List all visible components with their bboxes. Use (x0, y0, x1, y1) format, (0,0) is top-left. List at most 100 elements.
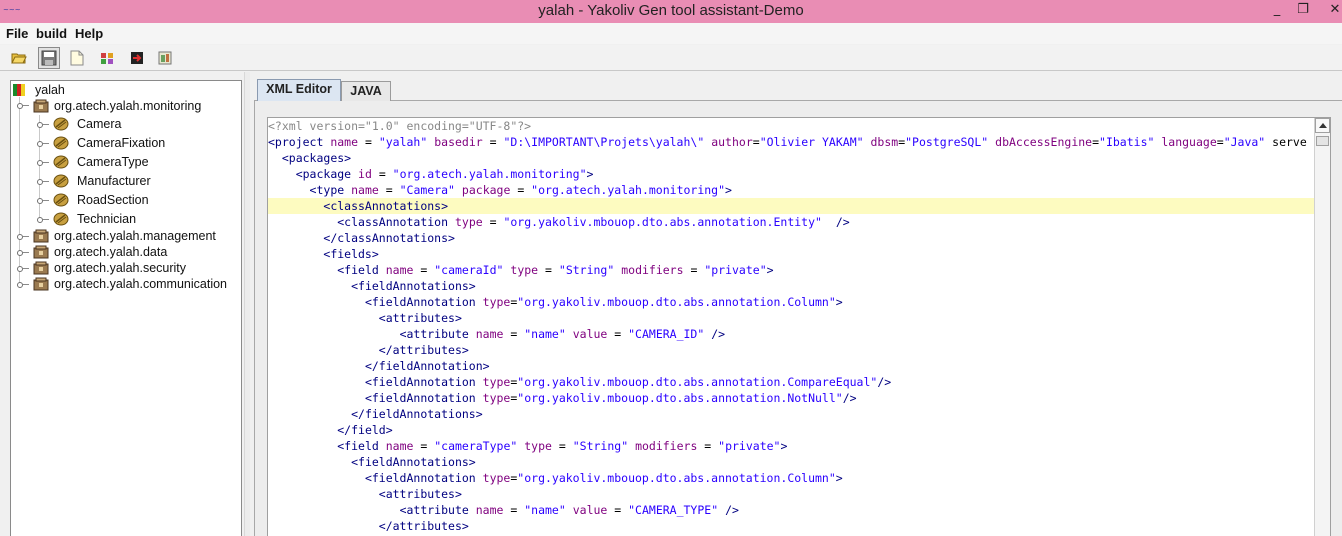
code-line[interactable]: <attributes> (268, 486, 1317, 502)
generate-button[interactable] (96, 47, 118, 69)
code-line[interactable]: <field name = "cameraType" type = "Strin… (268, 438, 1317, 454)
code-line[interactable]: <fieldAnnotation type="org.yakoliv.mbouo… (268, 470, 1317, 486)
expand-handle[interactable] (17, 234, 29, 240)
tab-xml-editor[interactable]: XML Editor (257, 79, 341, 102)
code-line[interactable]: <fieldAnnotations> (268, 454, 1317, 470)
code-line[interactable]: </attributes> (268, 518, 1317, 534)
tree-package-communication[interactable]: org.atech.yalah.communication (33, 276, 227, 292)
project-tree: yalah org.atech.yalah.monitoring Camera … (10, 80, 242, 536)
code-line[interactable]: </field> (268, 422, 1317, 438)
tab-java[interactable]: JAVA (341, 81, 391, 101)
tree-class-roadsection[interactable]: RoadSection (53, 192, 149, 208)
save-button[interactable] (38, 47, 60, 69)
tree-class-manufacturer[interactable]: Manufacturer (53, 173, 151, 189)
expand-handle[interactable] (17, 266, 29, 272)
panel-splitter[interactable] (244, 72, 250, 536)
code-line[interactable]: <attribute name = "name" value = "CAMERA… (268, 502, 1317, 518)
expand-handle[interactable] (17, 282, 29, 288)
tree-class-technician[interactable]: Technician (53, 211, 136, 227)
code-line[interactable]: <field name = "cameraId" type = "String"… (268, 262, 1317, 278)
package-icon (33, 229, 49, 243)
code-line[interactable]: <fieldAnnotation type="org.yakoliv.mbouo… (268, 294, 1317, 310)
toolbar (0, 45, 1342, 71)
package-icon (33, 245, 49, 259)
editor-tabs: XML Editor JAVA (254, 78, 1342, 102)
window-title: yalah - Yakoliv Gen tool assistant-Demo (538, 2, 804, 19)
tree-package-security[interactable]: org.atech.yalah.security (33, 260, 186, 276)
menu-bar: File build Help (0, 23, 1342, 44)
tree-root[interactable]: yalah (13, 82, 65, 98)
class-icon (53, 155, 69, 169)
expand-handle[interactable] (37, 160, 49, 166)
project-icon (13, 84, 25, 96)
code-line[interactable]: <attributes> (268, 310, 1317, 326)
menu-build[interactable]: build (36, 26, 67, 41)
tree-package-monitoring[interactable]: org.atech.yalah.monitoring (33, 98, 201, 114)
tree-package-label: org.atech.yalah.data (54, 245, 168, 259)
scroll-thumb[interactable] (1316, 136, 1329, 146)
expand-handle[interactable] (17, 103, 29, 109)
expand-handle[interactable] (37, 198, 49, 204)
open-folder-icon (11, 53, 27, 64)
build-icon (158, 51, 172, 65)
tree-class-label: Camera (77, 117, 122, 131)
tree-class-label: Technician (77, 212, 137, 226)
tree-root-label: yalah (35, 83, 65, 97)
tree-package-management[interactable]: org.atech.yalah.management (33, 228, 216, 244)
code-line[interactable]: <classAnnotation type = "org.yakoliv.mbo… (268, 214, 1317, 230)
tree-class-cameratype[interactable]: CameraType (53, 154, 149, 170)
code-line[interactable]: <attribute name = "name" value = "CAMERA… (268, 326, 1317, 342)
minimize-button[interactable]: _ (1264, 0, 1290, 20)
export-icon (131, 52, 143, 64)
expand-handle[interactable] (37, 122, 49, 128)
code-line[interactable]: <fields> (268, 246, 1317, 262)
class-icon (53, 212, 69, 226)
open-button[interactable] (8, 47, 30, 69)
build-button[interactable] (154, 47, 176, 69)
tree-package-data[interactable]: org.atech.yalah.data (33, 244, 167, 260)
tree-package-label: org.atech.yalah.management (54, 229, 216, 243)
code-line[interactable]: <packages> (268, 150, 1317, 166)
class-icon (53, 174, 69, 188)
code-line[interactable]: <package id = "org.atech.yalah.monitorin… (268, 166, 1317, 182)
export-button[interactable] (126, 47, 148, 69)
restore-button[interactable]: ❐ (1290, 0, 1316, 20)
new-file-button[interactable] (66, 47, 88, 69)
code-line[interactable]: </fieldAnnotation> (268, 358, 1317, 374)
code-line[interactable]: <classAnnotations> (268, 198, 1317, 214)
menu-file[interactable]: File (6, 26, 28, 41)
package-icon (33, 261, 49, 275)
code-line[interactable]: <project name = "yalah" basedir = "D:\IM… (268, 134, 1317, 150)
expand-handle[interactable] (17, 250, 29, 256)
editor-body: <?xml version="1.0" encoding="UTF-8"?> <p… (254, 101, 1342, 536)
tree-class-label: Manufacturer (77, 174, 151, 188)
tree-package-label: org.atech.yalah.security (54, 261, 187, 275)
tree-class-camera[interactable]: Camera (53, 116, 121, 132)
class-icon (53, 136, 69, 150)
xml-code-editor[interactable]: <?xml version="1.0" encoding="UTF-8"?> <p… (267, 117, 1331, 536)
tree-connector (19, 97, 20, 285)
code-line[interactable]: <type name = "Camera" package = "org.ate… (268, 182, 1317, 198)
code-line[interactable]: </classAnnotations> (268, 230, 1317, 246)
code-line[interactable]: <fieldAnnotations> (268, 278, 1317, 294)
vertical-scrollbar[interactable] (1314, 118, 1330, 536)
class-icon (53, 117, 69, 131)
code-line[interactable]: <fieldAnnotation type="org.yakoliv.mbouo… (268, 374, 1317, 390)
scroll-up-button[interactable] (1315, 118, 1330, 133)
class-icon (53, 193, 69, 207)
tree-class-camerafixation[interactable]: CameraFixation (53, 135, 165, 151)
expand-handle[interactable] (37, 179, 49, 185)
expand-handle[interactable] (37, 217, 49, 223)
close-button[interactable]: ✕ (1322, 0, 1342, 20)
expand-handle[interactable] (37, 141, 49, 147)
save-icon (41, 50, 57, 66)
title-bar: ~~~ yalah - Yakoliv Gen tool assistant-D… (0, 0, 1342, 23)
code-line[interactable]: </fieldAnnotations> (268, 406, 1317, 422)
package-icon (33, 99, 49, 113)
code-line[interactable]: <fieldAnnotation type="org.yakoliv.mbouo… (268, 390, 1317, 406)
tree-class-label: CameraType (77, 155, 149, 169)
code-line[interactable]: <?xml version="1.0" encoding="UTF-8"?> (268, 118, 1317, 134)
new-file-icon (70, 50, 84, 66)
menu-help[interactable]: Help (75, 26, 103, 41)
code-line[interactable]: </attributes> (268, 342, 1317, 358)
